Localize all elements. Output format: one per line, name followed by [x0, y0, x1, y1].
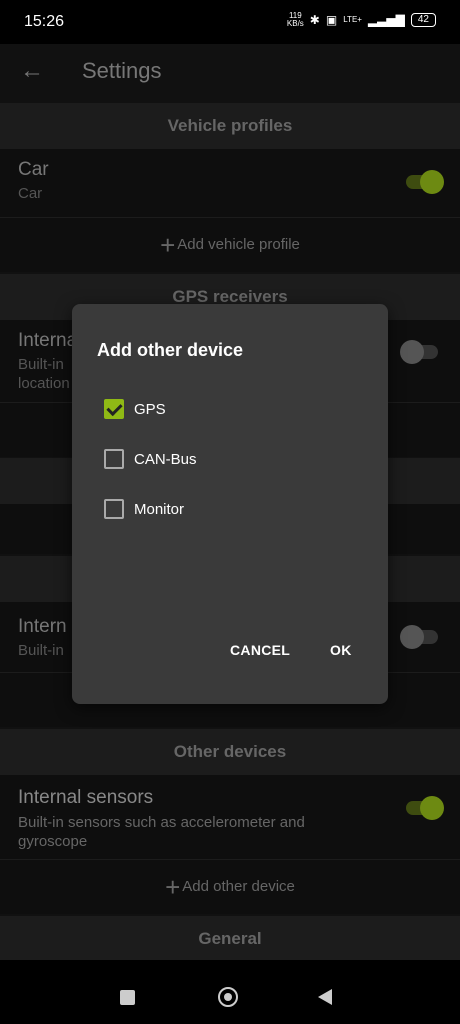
- back-icon[interactable]: [318, 989, 332, 1005]
- battery-icon: 42: [410, 13, 436, 27]
- dialog-title: Add other device: [97, 340, 244, 360]
- can-bus-checkbox[interactable]: [104, 449, 124, 469]
- signal-icon: ▂▃▅▇: [367, 13, 405, 27]
- gps-receiver-subtitle-2: location: [18, 375, 70, 392]
- toggle-knob: [420, 170, 444, 194]
- status-bar: 15:26 119 KB/s ✱ ▣ LTE+ ▂▃▅▇ 42: [0, 0, 460, 44]
- network-speed: 119 KB/s: [287, 12, 304, 28]
- toggle-knob: [420, 796, 444, 820]
- toggle-knob: [400, 625, 424, 649]
- toggle-knob: [400, 340, 424, 364]
- internal-sensors-subtitle: Built-in sensors such as accelerometer a…: [18, 814, 305, 850]
- internal-sensors-title: Internal sensors: [18, 787, 154, 808]
- vehicle-profile-title: Car: [18, 159, 49, 180]
- page-title: Settings: [82, 58, 162, 83]
- section-header-other-devices: Other devices: [0, 729, 460, 775]
- cancel-button[interactable]: CANCEL: [230, 642, 290, 658]
- add-other-device-dialog: Add other device GPS CAN-Bus Monitor CAN…: [72, 304, 388, 704]
- internal-sensors-row[interactable]: Internal sensors Built-in sensors such a…: [0, 775, 460, 860]
- add-vehicle-profile-button[interactable]: + Add vehicle profile: [0, 218, 460, 272]
- gps-receiver-toggle[interactable]: [400, 340, 438, 364]
- option-monitor[interactable]: Monitor: [104, 499, 184, 519]
- back-arrow-icon[interactable]: ←: [20, 58, 46, 84]
- app-bar: ← Settings: [0, 44, 460, 100]
- gps-checkbox[interactable]: [104, 399, 124, 419]
- section-header-vehicle-profiles: Vehicle profiles: [0, 103, 460, 149]
- status-time: 15:26: [24, 13, 65, 30]
- add-vehicle-profile-label: Add vehicle profile: [177, 236, 300, 253]
- gps-receiver-subtitle: Built-in: [18, 356, 64, 373]
- status-icons: 119 KB/s ✱ ▣ LTE+ ▂▃▅▇ 42: [287, 12, 436, 28]
- network-type: LTE+: [343, 15, 362, 24]
- section-header-general: General: [0, 916, 460, 960]
- network-speed-unit: KB/s: [286, 19, 304, 28]
- bluetooth-icon: ✱: [309, 13, 320, 27]
- internal-device-subtitle: Built-in: [18, 642, 64, 659]
- plus-icon: +: [160, 230, 176, 261]
- ok-button[interactable]: OK: [330, 642, 352, 658]
- option-label: Monitor: [134, 500, 185, 518]
- plus-icon: +: [165, 872, 181, 903]
- option-label: CAN-Bus: [134, 450, 197, 468]
- vehicle-profile-row[interactable]: Car Car: [0, 149, 460, 218]
- option-label: GPS: [134, 400, 166, 418]
- monitor-checkbox[interactable]: [104, 499, 124, 519]
- internal-sensors-toggle[interactable]: [406, 796, 444, 820]
- option-gps[interactable]: GPS: [104, 399, 166, 419]
- internal-device-toggle[interactable]: [400, 625, 438, 649]
- system-nav-bar: [0, 960, 460, 1024]
- option-can-bus[interactable]: CAN-Bus: [104, 449, 197, 469]
- vehicle-profile-subtitle: Car: [18, 185, 43, 202]
- home-icon[interactable]: [218, 987, 238, 1007]
- recents-icon[interactable]: [120, 990, 135, 1005]
- add-other-device-button[interactable]: + Add other device: [0, 860, 460, 914]
- internal-device-title: Intern: [18, 616, 67, 637]
- vehicle-profile-toggle[interactable]: [406, 170, 444, 194]
- volte-icon: ▣: [325, 13, 338, 27]
- add-other-device-label: Add other device: [182, 878, 295, 895]
